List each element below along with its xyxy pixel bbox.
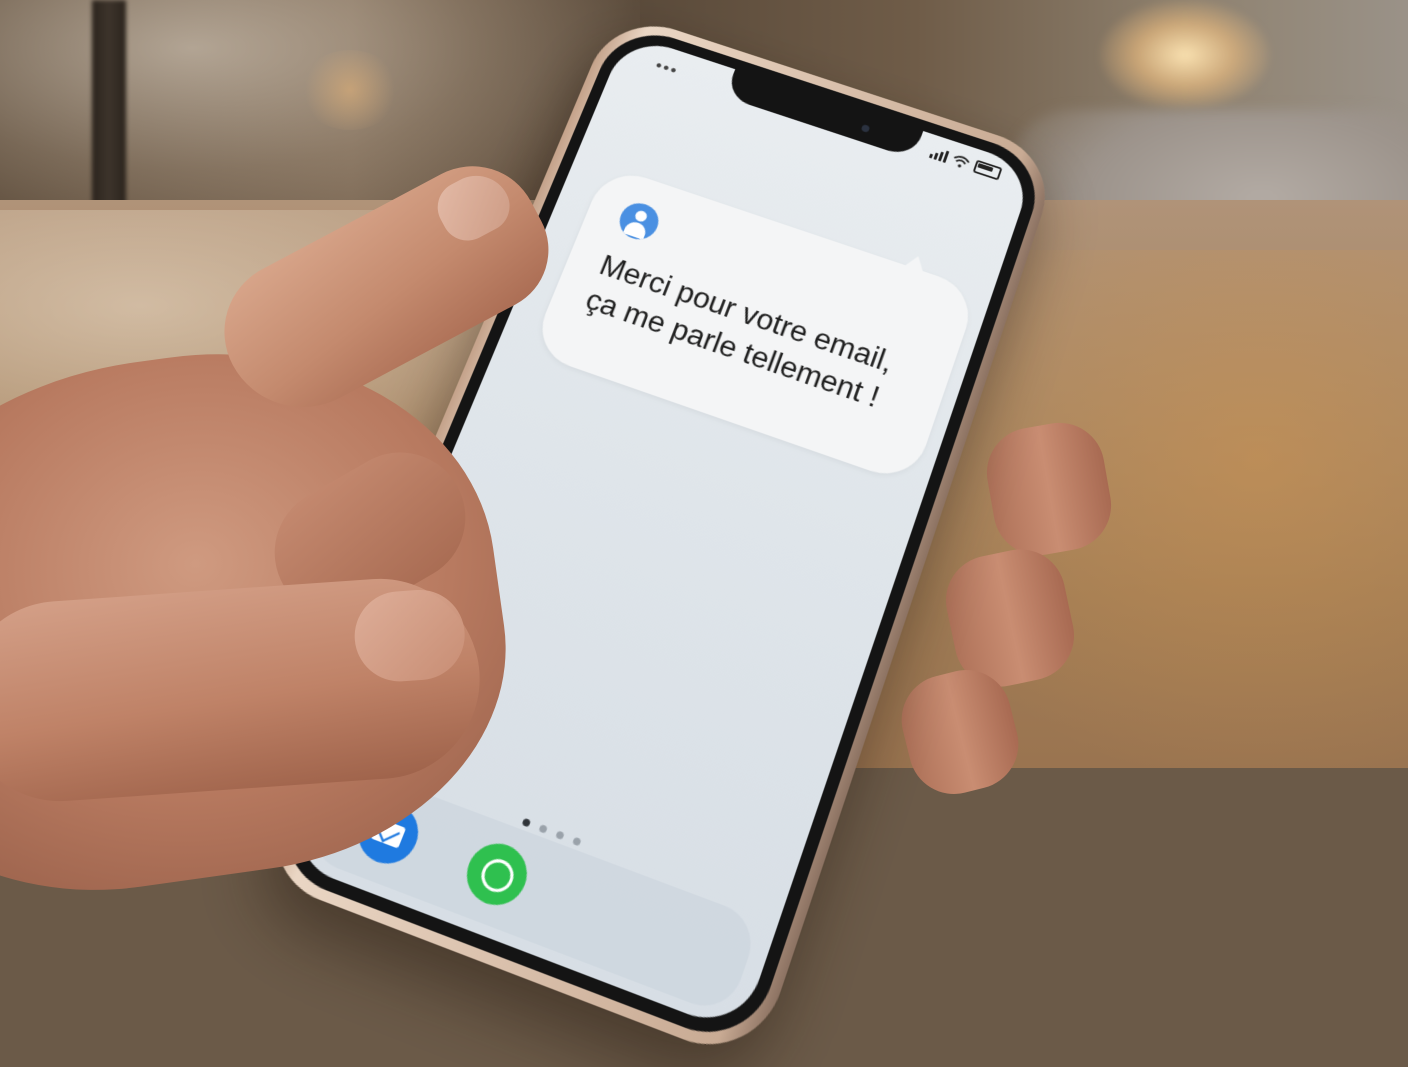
lamp-glow: [1100, 0, 1270, 110]
page-dot: [538, 824, 548, 834]
hand-index-finger: [0, 572, 487, 808]
message-notification[interactable]: Merci pour votre email, ça me parle tell…: [529, 164, 980, 486]
page-dot: [555, 830, 565, 841]
status-icons: [929, 145, 1003, 181]
bokeh-light: [300, 50, 400, 130]
status-indicator: •••: [652, 56, 682, 81]
wifi-icon: [951, 153, 971, 170]
message-text: Merci pour votre email, ça me parle tell…: [580, 247, 940, 432]
person-avatar-icon: [614, 198, 664, 245]
window-frame: [92, 0, 126, 220]
whatsapp-icon[interactable]: [457, 835, 536, 914]
thumb-nail: [428, 163, 519, 250]
front-camera-icon: [860, 124, 871, 133]
page-dot: [572, 836, 582, 847]
bubble-tail: [901, 252, 930, 276]
page-dot: [521, 817, 532, 828]
cellular-signal-icon: [929, 146, 950, 163]
battery-icon: [972, 159, 1003, 181]
index-fingertip: [351, 586, 468, 685]
